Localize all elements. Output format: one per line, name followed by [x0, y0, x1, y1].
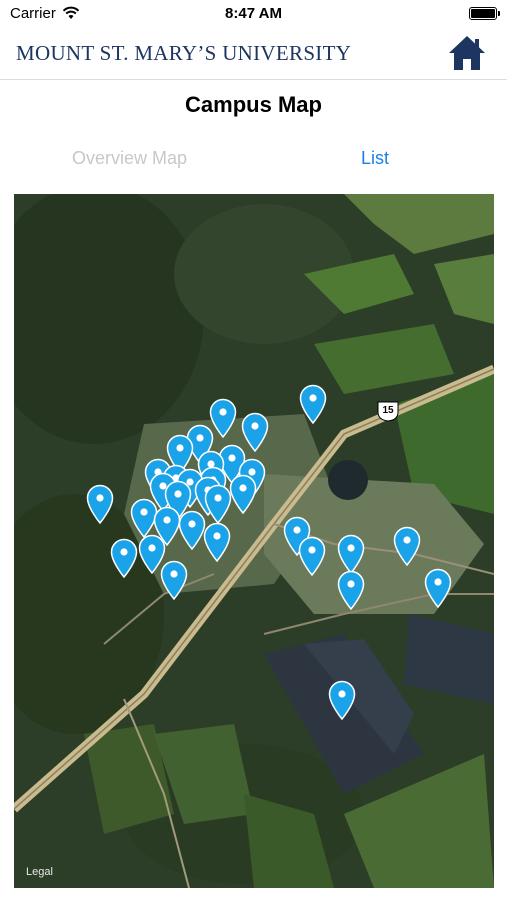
- page-title: Campus Map: [185, 92, 322, 117]
- clock: 8:47 AM: [225, 5, 282, 22]
- status-bar: Carrier 8:47 AM: [0, 0, 507, 28]
- battery-icon: [469, 7, 500, 20]
- map-pin-icon[interactable]: [178, 510, 206, 550]
- campus-map[interactable]: 15 Legal: [14, 194, 494, 888]
- map-pin-icon[interactable]: [328, 680, 356, 720]
- map-pin-icon[interactable]: [204, 484, 232, 524]
- map-pin-icon[interactable]: [110, 538, 138, 578]
- map-pin-icon[interactable]: [299, 384, 327, 424]
- route-15-shield: 15: [376, 400, 400, 422]
- map-pin-icon[interactable]: [160, 560, 188, 600]
- map-pin-icon[interactable]: [203, 522, 231, 562]
- map-pin-icon[interactable]: [229, 474, 257, 514]
- home-button[interactable]: [447, 34, 487, 72]
- map-pin-icon[interactable]: [337, 570, 365, 610]
- university-logo: MOUNT ST. MARY’S UNIVERSITY: [16, 41, 352, 65]
- map-pin-icon[interactable]: [298, 536, 326, 576]
- map-pin-icon[interactable]: [393, 526, 421, 566]
- satellite-imagery: [14, 194, 494, 888]
- legal-link[interactable]: Legal: [26, 866, 53, 878]
- tab-list[interactable]: List: [361, 148, 389, 169]
- map-pin-icon[interactable]: [337, 534, 365, 574]
- app-header: MOUNT ST. MARY’S UNIVERSITY: [0, 28, 507, 80]
- home-icon: [449, 36, 485, 70]
- view-tabs: Overview Map List: [0, 148, 507, 176]
- map-pin-icon[interactable]: [424, 568, 452, 608]
- tab-overview-map[interactable]: Overview Map: [72, 148, 187, 169]
- map-pin-icon[interactable]: [86, 484, 114, 524]
